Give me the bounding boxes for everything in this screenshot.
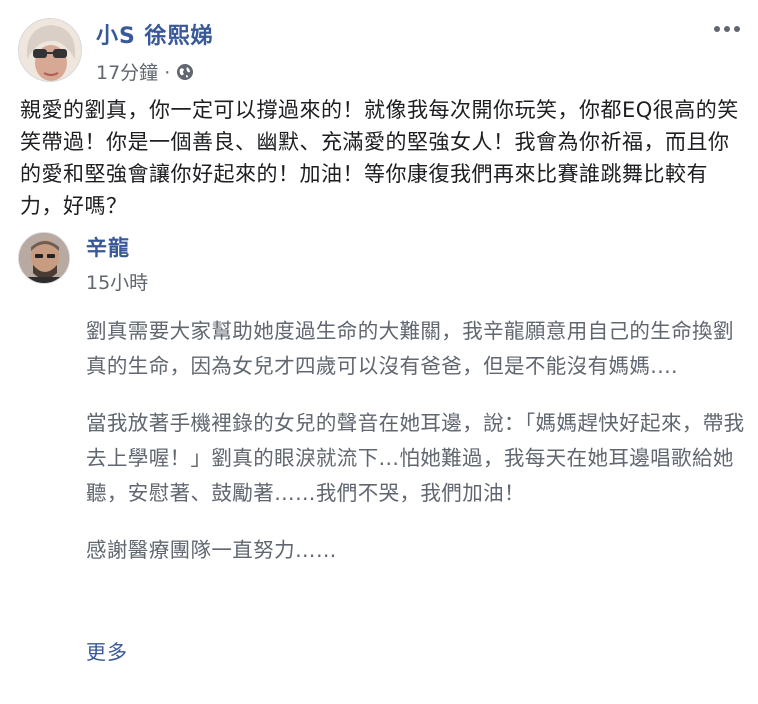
shared-timestamp[interactable]: 15小時	[86, 268, 148, 295]
facebook-post: 小S 徐熙娣 17分鐘 · 親愛的劉真，你一定可以撐過來的！就像我每次開你玩笑，…	[0, 0, 758, 704]
post-timestamp[interactable]: 17分鐘 ·	[96, 58, 170, 85]
author-avatar[interactable]	[18, 18, 82, 82]
see-more-link[interactable]: 更多	[86, 636, 128, 665]
post-text: 親愛的劉真，你一定可以撐過來的！就像我每次開你玩笑，你都EQ很高的笑笑帶過！你是…	[20, 98, 739, 218]
author-name[interactable]: 小S 徐熙娣	[96, 18, 214, 50]
shared-author-avatar[interactable]	[18, 232, 70, 284]
more-options-icon[interactable]	[714, 22, 740, 36]
shared-paragraph: 感謝醫療團隊一直努力……	[86, 538, 337, 562]
shared-author-name[interactable]: 辛龍	[86, 232, 130, 262]
globe-icon[interactable]	[176, 63, 194, 81]
shared-paragraph: 當我放著手機裡錄的女兒的聲音在她耳邊，說：「媽媽趕快好起來，帶我去上學喔！」劉真…	[86, 411, 745, 505]
shared-post-text: 劉真需要大家幫助她度過生命的大難關，我辛龍願意用自己的生命換劉真的生命，因為女兒…	[86, 314, 746, 590]
post-meta: 17分鐘 ·	[96, 58, 194, 85]
shared-paragraph: 劉真需要大家幫助她度過生命的大難關，我辛龍願意用自己的生命換劉真的生命，因為女兒…	[86, 319, 734, 378]
